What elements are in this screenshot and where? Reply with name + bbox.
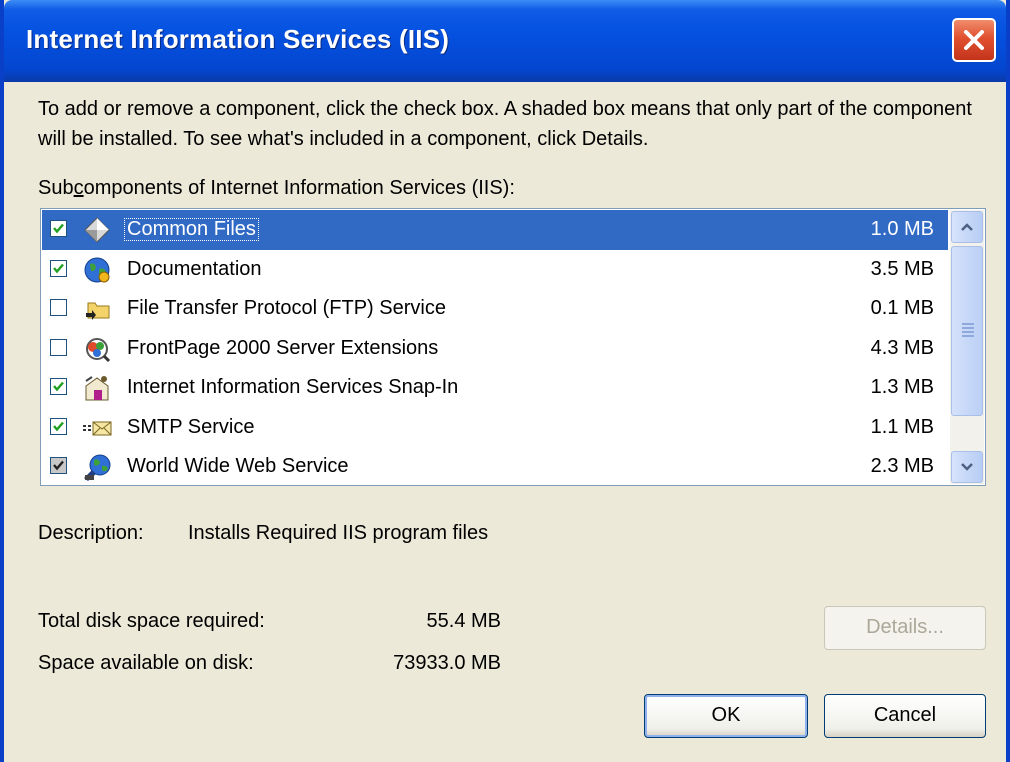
list-item-frontpage-extensions[interactable]: FrontPage 2000 Server Extensions 4.3 MB <box>42 329 948 369</box>
item-name: FrontPage 2000 Server Extensions <box>127 336 439 359</box>
list-item-iis-snap-in[interactable]: Internet Information Services Snap-In 1.… <box>42 368 948 408</box>
chevron-down-icon <box>961 463 973 471</box>
checkbox[interactable] <box>50 220 67 237</box>
checkbox[interactable] <box>50 299 67 316</box>
item-size: 0.1 MB <box>870 297 934 319</box>
scroll-up-button[interactable] <box>951 211 983 243</box>
checkbox[interactable] <box>50 259 67 277</box>
scroll-thumb[interactable] <box>951 246 983 416</box>
instructions-text: To add or remove a component, click the … <box>38 98 972 150</box>
list-item-common-files[interactable]: Common Files 1.0 MB <box>42 210 948 250</box>
item-size: 3.5 MB <box>870 257 934 280</box>
envelope-icon <box>82 413 112 443</box>
item-name: Documentation <box>127 257 262 280</box>
chevron-up-icon <box>961 223 973 231</box>
cancel-button[interactable]: Cancel <box>824 694 986 738</box>
item-name: Common Files <box>124 218 259 241</box>
item-name: World Wide Web Service <box>127 455 349 477</box>
scroll-down-button[interactable] <box>951 451 983 483</box>
checkbox[interactable] <box>50 417 67 435</box>
checkbox[interactable] <box>50 338 67 356</box>
folder-icon <box>82 294 112 324</box>
list-item-www-service[interactable]: World Wide Web Service 2.3 MB <box>42 447 948 487</box>
checkbox[interactable] <box>50 457 67 474</box>
disk-available-value: 73933.0 MB <box>393 652 501 674</box>
list-item-ftp-service[interactable]: File Transfer Protocol (FTP) Service 0.1… <box>42 289 948 329</box>
ok-button[interactable]: OK <box>644 694 808 738</box>
window-title: Internet Information Services (IIS) <box>26 24 450 54</box>
subcomponents-label: Subcomponents of Internet Information Se… <box>38 177 515 199</box>
item-size: 4.3 MB <box>870 336 934 359</box>
frontpage-icon <box>82 334 112 364</box>
item-name: File Transfer Protocol (FTP) Service <box>127 297 446 319</box>
iis-dialog-window: Internet Information Services (IIS) To a… <box>0 0 1010 762</box>
description-label: Description: <box>38 522 144 544</box>
dialog-body: To add or remove a component, click the … <box>4 82 1006 762</box>
checkbox[interactable] <box>50 378 67 395</box>
close-icon <box>964 30 984 50</box>
item-size: 1.0 MB <box>870 218 934 240</box>
disk-required-value: 55.4 MB <box>426 610 501 632</box>
item-size: 2.3 MB <box>870 455 934 477</box>
diamond-icon <box>82 215 112 245</box>
disk-available-label: Space available on disk: <box>38 652 254 674</box>
item-size: 1.1 MB <box>870 415 934 438</box>
list-scrollbar[interactable] <box>950 210 984 484</box>
item-name: SMTP Service <box>127 415 255 438</box>
item-size: 1.3 MB <box>870 376 934 398</box>
mmc-snapin-icon <box>82 373 112 403</box>
details-button[interactable]: Details... <box>824 606 986 650</box>
disk-required-label: Total disk space required: <box>38 610 265 632</box>
close-button[interactable] <box>952 18 996 62</box>
list-item-smtp-service[interactable]: SMTP Service 1.1 MB <box>42 408 948 448</box>
title-bar[interactable]: Internet Information Services (IIS) <box>4 0 1006 82</box>
description-text: Installs Required IIS program files <box>188 522 489 544</box>
web-service-icon <box>82 452 112 482</box>
list-item-documentation[interactable]: Documentation 3.5 MB <box>42 250 948 290</box>
subcomponents-list[interactable]: Common Files 1.0 MB Documentation 3.5 MB <box>40 208 986 486</box>
globe-icon <box>82 255 112 285</box>
grip-icon <box>962 323 974 339</box>
item-name: Internet Information Services Snap-In <box>127 376 459 398</box>
